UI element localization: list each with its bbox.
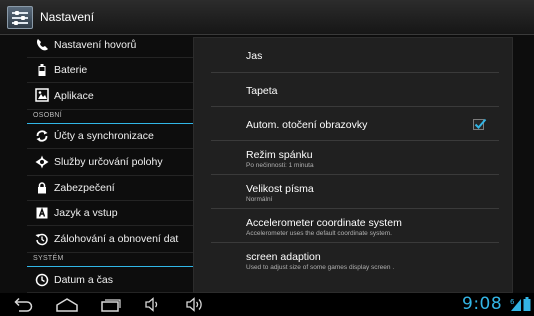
setting-summary: Accelerometer uses the default coordinat…	[246, 230, 392, 237]
setting-summary: Normální	[246, 196, 273, 203]
sidebar-item-label: Nastavení hovorů	[54, 39, 137, 51]
setting-summary: Po nečinnosti: 1 minuta	[246, 162, 314, 169]
setting-font-size[interactable]: Velikost písma Normální	[211, 175, 499, 209]
svg-text:6: 6	[510, 298, 515, 306]
sidebar-item-location[interactable]: Služby určování polohy	[27, 149, 193, 176]
sidebar-item-label: Zabezpečení	[54, 182, 115, 194]
setting-title: Režim spánku	[246, 149, 313, 161]
system-bar: 9:08 6	[0, 293, 534, 316]
volume-up-icon[interactable]	[184, 296, 206, 313]
clock-icon	[35, 273, 49, 287]
setting-brightness[interactable]: Jas	[211, 38, 499, 73]
recent-apps-icon[interactable]	[99, 296, 123, 313]
setting-wallpaper[interactable]: Tapeta	[211, 73, 499, 107]
setting-title: Velikost písma	[246, 183, 314, 195]
setting-title: Jas	[246, 50, 263, 62]
section-header-personal: OSOBNÍ	[27, 110, 193, 124]
sidebar-item-label: Služby určování polohy	[54, 156, 163, 168]
phone-icon	[36, 39, 48, 51]
apps-icon	[35, 88, 49, 102]
sidebar-item-language-input[interactable]: Jazyk a vstup	[27, 201, 193, 226]
status-clock: 9:08	[462, 294, 503, 314]
sidebar-item-call-settings[interactable]: Nastavení hovorů	[27, 35, 193, 58]
setting-title: Accelerometer coordinate system	[246, 217, 402, 229]
sidebar-item-accounts-sync[interactable]: Účty a synchronizace	[27, 124, 193, 149]
sidebar-item-date-time[interactable]: Datum a čas	[27, 268, 193, 293]
sidebar-item-label: Zálohování a obnovení dat	[54, 233, 179, 245]
battery-icon	[38, 64, 46, 76]
settings-sidebar[interactable]: Nastavení hovorů Baterie Aplikace OSOBNÍ	[27, 35, 193, 293]
sidebar-item-label: Jazyk a vstup	[54, 207, 118, 219]
battery-status-icon	[523, 297, 531, 311]
setting-screen-adaption[interactable]: screen adaption Used to adjust size of s…	[211, 243, 499, 277]
setting-auto-rotate[interactable]: Autom. otočení obrazovky	[211, 107, 499, 141]
section-label: OSOBNÍ	[33, 112, 63, 119]
setting-title: screen adaption	[246, 251, 321, 263]
sidebar-item-apps[interactable]: Aplikace	[27, 83, 193, 110]
sidebar-item-backup-reset[interactable]: Zálohování a obnovení dat	[27, 226, 193, 253]
sidebar-item-label: Datum a čas	[54, 274, 113, 286]
auto-rotate-checkbox[interactable]	[473, 118, 487, 130]
settings-sliders-icon[interactable]	[7, 6, 33, 29]
setting-accelerometer[interactable]: Accelerometer coordinate system Accelero…	[211, 209, 499, 243]
sidebar-item-battery[interactable]: Baterie	[27, 58, 193, 83]
setting-title: Tapeta	[246, 85, 278, 97]
volume-down-icon[interactable]	[143, 296, 163, 313]
setting-sleep[interactable]: Režim spánku Po nečinnosti: 1 minuta	[211, 141, 499, 175]
app-title: Nastavení	[40, 10, 95, 24]
check-icon	[474, 118, 487, 129]
sidebar-item-security[interactable]: Zabezpečení	[27, 176, 193, 201]
backup-restore-icon	[35, 233, 48, 246]
location-icon	[35, 155, 49, 169]
setting-title: Autom. otočení obrazovky	[246, 119, 368, 131]
signal-icon: 6	[510, 298, 521, 311]
lock-icon	[38, 182, 46, 194]
sync-icon	[36, 130, 48, 142]
settings-content: Nastavení hovorů Baterie Aplikace OSOBNÍ	[0, 35, 534, 293]
section-label: SYSTÉM	[33, 255, 64, 262]
action-bar: Nastavení	[0, 0, 534, 35]
display-settings-panel[interactable]: Jas Tapeta Autom. otočení obrazovky Reži…	[193, 37, 513, 293]
sidebar-item-label: Účty a synchronizace	[54, 130, 154, 142]
home-icon[interactable]	[55, 296, 79, 313]
sidebar-item-label: Aplikace	[54, 90, 94, 102]
section-header-system: SYSTÉM	[27, 253, 193, 267]
setting-summary: Used to adjust size of some games displa…	[246, 264, 395, 271]
back-icon[interactable]	[11, 296, 35, 313]
sidebar-item-label: Baterie	[54, 64, 88, 76]
language-icon	[36, 207, 48, 219]
